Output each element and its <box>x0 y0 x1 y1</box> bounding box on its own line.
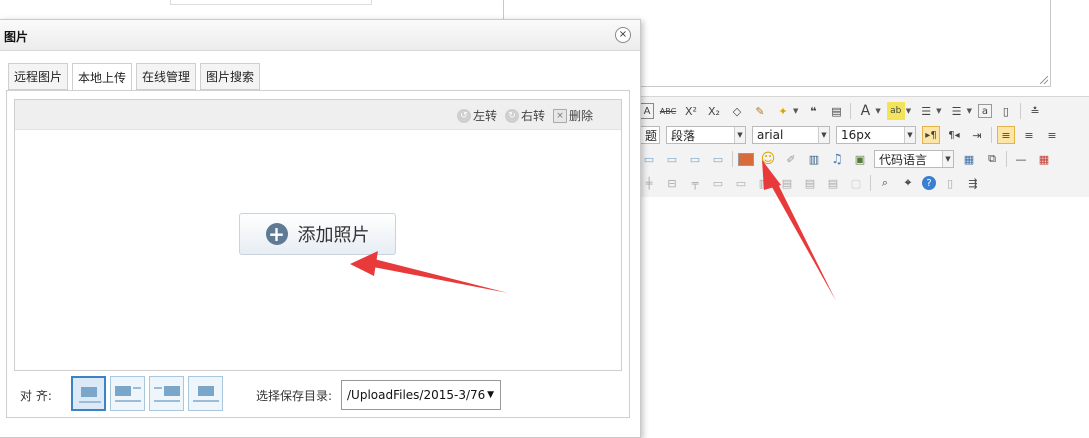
arrow-head <box>350 251 378 276</box>
arrow-head <box>762 160 781 190</box>
arrow-to-add-photo <box>350 251 508 293</box>
annotation-arrows <box>350 160 836 301</box>
arrow-to-insert-image <box>762 160 836 301</box>
arrow-shaft <box>768 176 836 301</box>
arrow-shaft <box>368 258 508 293</box>
